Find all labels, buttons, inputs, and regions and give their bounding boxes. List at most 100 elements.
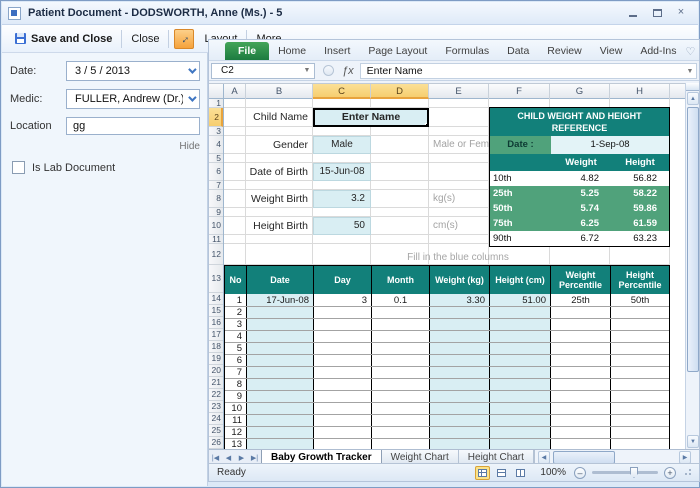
favorites-heart-icon[interactable]: ♡ — [686, 45, 696, 58]
growth-cell[interactable] — [372, 439, 430, 449]
growth-cell[interactable] — [314, 415, 372, 426]
growth-table-row[interactable]: 6 — [225, 354, 669, 366]
growth-table-row[interactable]: 13 — [225, 438, 669, 449]
growth-cell[interactable] — [247, 415, 314, 426]
growth-cell[interactable] — [611, 403, 669, 414]
cell-value-weight-birth[interactable]: 3.2 — [313, 190, 371, 208]
growth-cell[interactable] — [430, 307, 490, 318]
growth-cell[interactable] — [490, 307, 551, 318]
growth-cell[interactable] — [551, 355, 611, 366]
column-header-G[interactable]: G — [550, 84, 610, 99]
cell-label-weight-birth[interactable]: Weight Birth — [246, 190, 313, 208]
growth-cell[interactable] — [372, 331, 430, 342]
growth-cell[interactable] — [490, 427, 551, 438]
growth-cell[interactable] — [314, 307, 372, 318]
growth-cell[interactable] — [490, 355, 551, 366]
growth-table-row[interactable]: 11 — [225, 414, 669, 426]
growth-cell[interactable] — [551, 343, 611, 354]
reference-date-value[interactable]: 1-Sep-08 — [551, 136, 669, 154]
growth-cell[interactable]: 2 — [225, 307, 247, 318]
growth-cell[interactable] — [551, 367, 611, 378]
column-header-C[interactable]: C — [313, 84, 371, 99]
scrollbar-split-handle[interactable] — [686, 83, 699, 91]
growth-cell[interactable] — [430, 403, 490, 414]
is-lab-document-checkbox[interactable] — [12, 161, 25, 174]
growth-cell[interactable] — [611, 355, 669, 366]
zoom-in-icon[interactable]: + — [664, 467, 676, 479]
vertical-scroll-thumb[interactable] — [687, 107, 699, 372]
column-header-H[interactable]: H — [610, 84, 670, 99]
growth-cell[interactable] — [430, 355, 490, 366]
growth-cell[interactable]: 10 — [225, 403, 247, 414]
cell-label-height-birth[interactable]: Height Birth — [246, 217, 313, 235]
growth-cell[interactable]: 13 — [225, 439, 247, 449]
name-box-dropdown-icon[interactable]: ▼ — [300, 67, 314, 74]
growth-cell[interactable] — [314, 331, 372, 342]
zoom-out-icon[interactable]: – — [574, 467, 586, 479]
growth-cell[interactable] — [430, 439, 490, 449]
growth-cell[interactable] — [430, 427, 490, 438]
growth-cell[interactable] — [490, 319, 551, 330]
growth-cell[interactable] — [314, 403, 372, 414]
growth-table-row[interactable]: 7 — [225, 366, 669, 378]
expand-button[interactable]: ↔ — [174, 29, 194, 49]
growth-table-row[interactable]: 8 — [225, 378, 669, 390]
growth-cell[interactable] — [372, 379, 430, 390]
growth-cell[interactable] — [372, 427, 430, 438]
growth-cell[interactable]: 17-Jun-08 — [247, 294, 314, 306]
column-header-A[interactable]: A — [224, 84, 246, 99]
growth-cell[interactable] — [430, 415, 490, 426]
growth-cell[interactable] — [611, 439, 669, 449]
page-break-view-button[interactable] — [513, 466, 528, 480]
growth-cell[interactable]: 3 — [225, 319, 247, 330]
growth-cell[interactable] — [551, 379, 611, 390]
growth-cell[interactable] — [314, 355, 372, 366]
growth-cell[interactable] — [551, 331, 611, 342]
growth-cell[interactable] — [490, 391, 551, 402]
column-header-D[interactable]: D — [371, 84, 429, 99]
growth-cell[interactable] — [611, 331, 669, 342]
growth-cell[interactable] — [247, 391, 314, 402]
fx-icon[interactable]: ƒx — [342, 65, 354, 77]
growth-cell[interactable] — [430, 391, 490, 402]
growth-table-row[interactable]: 2 — [225, 306, 669, 318]
growth-cell[interactable] — [611, 427, 669, 438]
growth-cell[interactable]: 9 — [225, 391, 247, 402]
growth-cell[interactable] — [551, 439, 611, 449]
normal-view-button[interactable] — [475, 466, 490, 480]
growth-cell[interactable]: 3.30 — [430, 294, 490, 306]
select-all-corner[interactable] — [209, 84, 224, 99]
growth-cell[interactable] — [430, 343, 490, 354]
scroll-down-icon[interactable]: ▼ — [687, 435, 699, 448]
formula-input[interactable]: Enter Name — [360, 63, 684, 79]
zoom-slider[interactable] — [592, 471, 658, 474]
growth-cell[interactable] — [611, 343, 669, 354]
growth-cell[interactable] — [372, 319, 430, 330]
growth-cell[interactable] — [430, 331, 490, 342]
location-input[interactable] — [66, 117, 200, 135]
growth-cell[interactable] — [314, 367, 372, 378]
growth-cell[interactable] — [314, 379, 372, 390]
save-and-close-button[interactable]: Save and Close — [8, 28, 119, 50]
column-header-B[interactable]: B — [246, 84, 313, 99]
ribbon-tab-insert[interactable]: Insert — [315, 42, 359, 60]
ribbon-tab-view[interactable]: View — [591, 42, 632, 60]
growth-cell[interactable] — [430, 319, 490, 330]
ribbon-tab-page-layout[interactable]: Page Layout — [359, 42, 436, 60]
growth-cell[interactable] — [314, 343, 372, 354]
growth-cell[interactable] — [611, 379, 669, 390]
ribbon-tab-review[interactable]: Review — [538, 42, 590, 60]
selected-cell-value[interactable]: Enter Name — [313, 108, 429, 127]
growth-cell[interactable] — [314, 427, 372, 438]
growth-cell[interactable] — [247, 331, 314, 342]
spreadsheet-grid[interactable]: 1234567891011121314151617181920212223242… — [209, 99, 687, 449]
growth-cell[interactable]: 7 — [225, 367, 247, 378]
growth-cell[interactable] — [490, 343, 551, 354]
date-dropdown[interactable]: 3 / 5 / 2013 — [66, 61, 200, 81]
growth-table-row[interactable]: 5 — [225, 342, 669, 354]
growth-cell[interactable] — [372, 343, 430, 354]
growth-cell[interactable] — [490, 439, 551, 449]
growth-cell[interactable] — [490, 379, 551, 390]
cell-label-child-name[interactable]: Child Name — [246, 108, 313, 127]
vertical-scrollbar[interactable]: ▲ ▼ — [685, 83, 699, 449]
